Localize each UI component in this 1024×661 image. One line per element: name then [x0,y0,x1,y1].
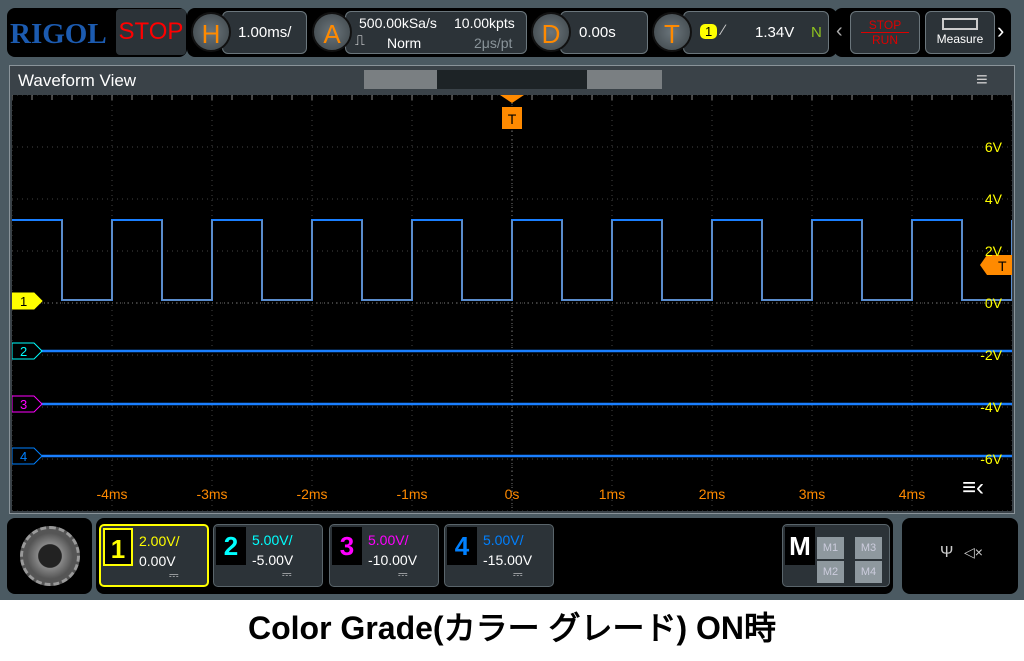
acquire-mode: Norm [387,35,422,51]
trigger-mode: N [811,24,822,41]
channel-number: 4 [447,527,477,565]
usb-icon: Ψ [940,544,954,561]
sample-rate: 500.00kSa/s [359,15,437,31]
trigger-marker-label: T [508,111,517,127]
delay-value: 0.00s [579,24,616,41]
pulse-icon: ⎍ [355,32,365,48]
rising-edge-icon: ∕ [722,22,725,39]
measure-button[interactable]: Measure [925,11,995,54]
rigol-gear-logo-icon [20,526,80,586]
m4-button[interactable]: M4 [855,561,882,583]
collapse-menu-icon: ≡‹ [962,474,984,501]
time-per-point: 2μs/pt [474,35,513,51]
memory-depth: 10.00kpts [454,15,515,31]
y-tick-label: 4V [985,191,1003,207]
y-tick-label: 6V [985,139,1003,155]
y-tick-label: -4V [980,399,1002,415]
caption: Color Grade(カラー グレード) ON時 [247,610,777,646]
brand-run-area: RIGOL STOP [7,8,187,57]
oscilloscope-screen: RIGOL STOP 1.00ms/ H 500.00kSa/s 10.00kp… [0,0,1024,600]
quick-bar: ‹ STOP RUN Measure › [834,8,1011,57]
dc-coupling-icon: ⎓ [513,567,523,581]
math-key: M [785,527,815,565]
waveform-view-title: Waveform View [18,71,137,90]
trigger-level-label: T [998,258,1007,274]
run-label: RUN [872,33,898,47]
stop-label: STOP [861,18,909,33]
channel-offset: -15.00V [483,552,533,568]
rigol-logo: RIGOL [10,18,107,50]
acquire-key[interactable]: A [312,12,352,52]
channel-scale: 2.00V/ [139,533,180,549]
menu-icon[interactable]: ≡ [976,69,988,92]
y-tick-label: 2V [985,243,1003,259]
trigger-key[interactable]: T [652,12,692,52]
channel-offset: 0.00V [139,553,176,569]
channel-offset: -5.00V [252,552,294,568]
trigger-source: 1 [700,24,718,39]
chevron-right-icon[interactable]: › [997,18,1004,44]
dc-coupling-icon: ⎓ [282,567,292,581]
y-tick-label: -6V [980,451,1002,467]
m3-button[interactable]: M3 [855,537,882,559]
ch2-button[interactable]: 2 5.00V/ -5.00V ⎓ [213,524,323,587]
channel-offset: -10.00V [368,552,418,568]
acquire-button[interactable]: 500.00kSa/s 10.00kpts ⎍ Norm 2μs/pt [345,11,527,54]
ch4-button[interactable]: 4 5.00V/ -15.00V ⎓ [444,524,554,587]
horizontal-key[interactable]: H [191,12,231,52]
ch3-button[interactable]: 3 5.00V/ -10.00V ⎓ [329,524,439,587]
ch4-marker-label: 4 [20,449,27,464]
horizontal-scale: 1.00ms/ [238,24,292,41]
channel-number: 1 [103,528,133,566]
home-button[interactable] [7,518,92,594]
dc-coupling-icon: ⎓ [169,568,179,582]
memory-overview-bar[interactable] [364,70,662,89]
channel-scale: 5.00V/ [252,532,293,548]
run-state-button[interactable]: STOP [116,9,186,55]
x-tick-label: -2ms [296,486,327,502]
ruler-icon [942,18,978,30]
ch2-marker-label: 2 [20,344,27,359]
trigger-button[interactable]: 1 ∕ 1.34V N [683,11,829,54]
x-tick-label: -1ms [396,486,427,502]
trigger-level: 1.34V [755,24,795,41]
mute-icon[interactable]: ◁× [964,544,983,561]
channel-number: 3 [332,527,362,565]
x-tick-label: 0s [505,486,520,502]
ch1-marker-label: 1 [20,294,27,309]
y-tick-label: -2V [980,347,1002,363]
channel-number: 2 [216,527,246,565]
x-tick-label: 3ms [799,486,825,502]
ch3-marker-label: 3 [20,397,27,412]
delay-button[interactable]: 0.00s [560,11,648,54]
x-tick-label: 4ms [899,486,925,502]
stop-run-button[interactable]: STOP RUN [850,11,920,54]
notification-area: Ψ ◁× [902,518,1018,594]
chevron-left-icon[interactable]: ‹ [836,20,843,43]
x-tick-label: 1ms [599,486,625,502]
m2-button[interactable]: M2 [817,561,844,583]
x-tick-label: -4ms [96,486,127,502]
ch1-button[interactable]: 1 2.00V/ 0.00V ⎓ [99,524,209,587]
horizontal-button[interactable]: 1.00ms/ [222,11,307,54]
delay-key[interactable]: D [531,12,571,52]
channel-scale: 5.00V/ [368,532,409,548]
m1-button[interactable]: M1 [817,537,844,559]
x-tick-label: 2ms [699,486,725,502]
measure-label: Measure [936,32,984,46]
x-tick-label: -3ms [196,486,227,502]
waveform-grid[interactable]: T T -4ms -3ms -2ms -1ms 0s 1ms 2ms 3ms 4ms 6V 4V 2V 0V… [12,95,1012,511]
y-tick-label: 0V [985,295,1003,311]
dc-coupling-icon: ⎓ [398,567,408,581]
channel-scale: 5.00V/ [483,532,524,548]
math-button[interactable]: M M1 M3 M2 M4 [782,524,890,587]
